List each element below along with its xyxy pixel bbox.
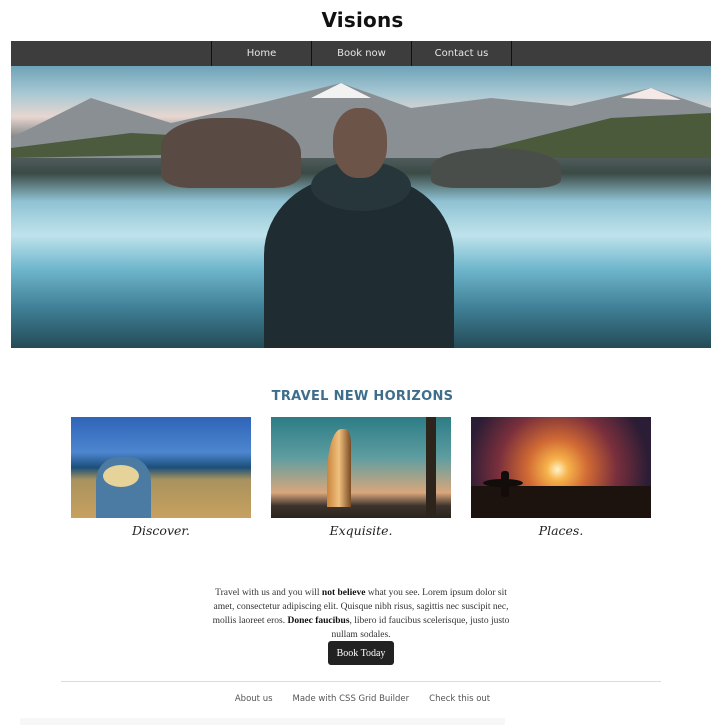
card-discover: Discover. [71,417,251,538]
site-title: Visions [321,8,404,32]
footer-link-about-us[interactable]: About us [235,694,273,704]
tower-shape [327,429,351,507]
body-text-segment: Travel with us and you will [215,587,322,598]
bottom-strip [20,718,505,725]
body-text-bold: Donec faucibus [287,615,350,626]
card-image-exquisite [271,417,451,518]
card-caption: Exquisite. [329,523,393,538]
card-places: Places. [471,417,651,538]
rock-shape [431,148,561,188]
footer-link-css-grid-builder[interactable]: Made with CSS Grid Builder [293,694,410,704]
navbar: Home Book now Contact us [11,41,711,66]
card-caption: Discover. [132,523,190,538]
card-exquisite: Exquisite. [271,417,451,538]
nav-item-contact-us[interactable]: Contact us [412,41,512,66]
body-text-bold: not believe [321,587,366,598]
palm-trunk-shape [426,417,436,518]
card-image-places [471,417,651,518]
nav-item-book-now[interactable]: Book now [312,41,412,66]
beach-shape [471,486,651,518]
book-today-button[interactable]: Book Today [328,641,394,665]
rock-shape [161,118,301,188]
card-caption: Places. [538,523,584,538]
footer-divider [61,681,661,682]
hero-image [11,66,711,348]
nav-items: Home Book now Contact us [211,41,512,66]
hat-shape [103,465,139,487]
section-heading: TRAVEL NEW HORIZONS [271,388,454,404]
surfer-shape [501,471,509,497]
feature-cards: Discover. Exquisite. Places. [71,417,651,538]
body-paragraph: Travel with us and you will not believe … [212,586,510,642]
body-text-segment: , libero id faucibus scelerisque, justo … [331,615,510,640]
footer-link-check-this-out[interactable]: Check this out [429,694,490,704]
person-head-shape [333,108,387,178]
footer-links: About us Made with CSS Grid Builder Chec… [0,694,725,704]
nav-item-home[interactable]: Home [212,41,312,66]
card-image-discover [71,417,251,518]
